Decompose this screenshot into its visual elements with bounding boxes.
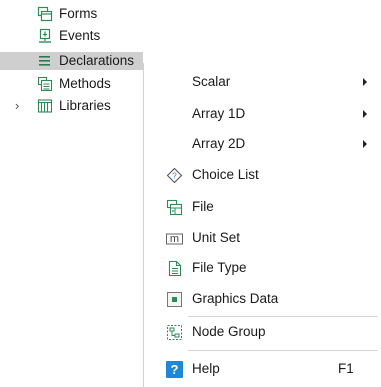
context-menu: Scalar Array 1D Array 2D ? Choice List F… — [143, 63, 381, 387]
menu-item-unit-set[interactable]: m Unit Set — [144, 224, 381, 252]
methods-icon — [37, 76, 53, 92]
choice-list-icon: ? — [166, 167, 183, 184]
menu-item-label: Node Group — [192, 324, 266, 339]
tree-item-libraries[interactable]: › Libraries — [0, 97, 143, 115]
menu-item-label: Array 1D — [192, 106, 246, 121]
forms-icon — [37, 6, 53, 22]
submenu-arrow-icon — [363, 140, 367, 148]
menu-item-label: Scalar — [192, 74, 231, 89]
menu-item-choice-list[interactable]: ? Choice List — [144, 161, 381, 189]
svg-text:?: ? — [172, 172, 177, 181]
tree-item-forms[interactable]: Forms — [0, 5, 143, 23]
file-type-icon — [166, 260, 183, 277]
tree-item-methods[interactable]: Methods — [0, 75, 143, 93]
tree-item-declarations[interactable]: Declarations — [0, 52, 143, 70]
tree-item-label: Declarations — [59, 53, 135, 68]
menu-item-label: Help — [192, 361, 220, 376]
menu-item-scalar[interactable]: Scalar — [144, 68, 381, 96]
tree-item-events[interactable]: Events — [0, 27, 143, 45]
menu-item-label: File — [192, 199, 214, 214]
shortcut-label: F1 — [338, 361, 354, 376]
file-icon — [166, 199, 183, 216]
menu-item-file[interactable]: File — [144, 193, 381, 221]
menu-item-label: Unit Set — [192, 230, 241, 245]
menu-item-label: Choice List — [192, 167, 259, 182]
unit-set-icon: m — [166, 230, 183, 247]
menu-item-help[interactable]: ? Help F1 — [144, 355, 381, 383]
menu-item-label: Graphics Data — [192, 291, 279, 306]
graphics-data-icon — [166, 291, 183, 308]
help-icon: ? — [166, 361, 183, 378]
node-group-icon — [166, 324, 183, 341]
events-icon — [37, 28, 53, 44]
chevron-right-icon[interactable]: › — [15, 98, 27, 114]
menu-separator — [188, 350, 378, 351]
submenu-arrow-icon — [363, 110, 367, 118]
tree-item-label: Events — [59, 28, 101, 43]
menu-item-label: Array 2D — [192, 136, 246, 151]
menu-item-graphics-data[interactable]: Graphics Data — [144, 285, 381, 313]
menu-item-file-type[interactable]: File Type — [144, 254, 381, 282]
menu-item-node-group[interactable]: Node Group — [144, 318, 381, 346]
menu-item-label: File Type — [192, 260, 247, 275]
tree-item-label: Methods — [59, 76, 111, 91]
libraries-icon — [37, 98, 53, 114]
menu-item-array-2d[interactable]: Array 2D — [144, 130, 381, 158]
tree-item-label: Forms — [59, 6, 98, 21]
menu-separator — [188, 316, 378, 317]
submenu-arrow-icon — [363, 78, 367, 86]
menu-item-array-1d[interactable]: Array 1D — [144, 100, 381, 128]
declarations-icon — [37, 53, 53, 69]
tree-item-label: Libraries — [59, 98, 111, 113]
